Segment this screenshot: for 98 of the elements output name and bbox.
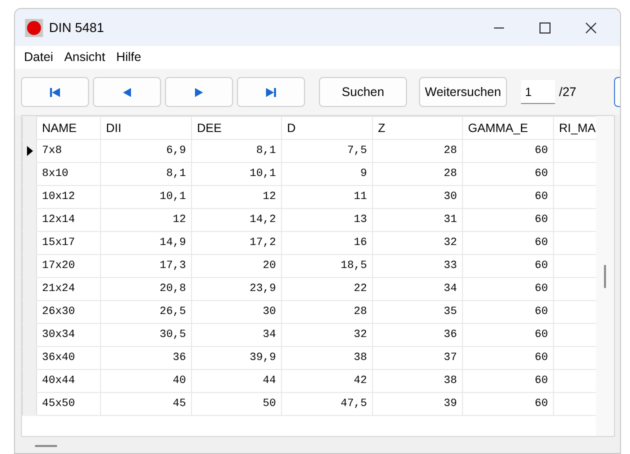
table-cell: 37 <box>372 346 462 370</box>
record-total: /27 <box>559 84 576 101</box>
column-header[interactable]: DII <box>100 116 192 140</box>
table-cell: 35 <box>372 300 462 324</box>
table-cell: 32 <box>282 324 372 346</box>
table-cell: 31 <box>372 208 462 232</box>
table-cell: 15x17 <box>36 232 100 254</box>
table-cell: 10,1 <box>192 162 282 186</box>
table-cell: 17,2 <box>192 232 282 254</box>
app-icon <box>25 18 43 36</box>
table-cell: 45 <box>100 392 192 416</box>
table-cell: 12 <box>192 186 282 208</box>
table-cell: 28 <box>282 300 372 324</box>
table-cell: 10x12 <box>36 186 100 208</box>
table-cell: 21x24 <box>36 278 100 300</box>
table-cell: 8,1 <box>192 140 282 162</box>
table-cell: 12 <box>100 208 192 232</box>
table-cell: 60 <box>462 162 554 186</box>
table-cell: 17x20 <box>36 254 100 278</box>
table-cell: 60 <box>462 300 554 324</box>
table-cell: 60 <box>462 324 554 346</box>
next-record-icon <box>193 86 205 98</box>
table-cell: 30,5 <box>100 324 192 346</box>
navigation-button[interactable] <box>237 77 305 107</box>
search-button[interactable]: Suchen <box>319 77 407 107</box>
table-cell: 60 <box>462 254 554 278</box>
table-cell: 9 <box>282 162 372 186</box>
last-record-icon <box>265 86 277 98</box>
table-cell: 32 <box>372 232 462 254</box>
table-cell: 26,5 <box>100 300 192 324</box>
table-cell: 8x10 <box>36 162 100 186</box>
find-next-button[interactable]: Weitersuchen <box>419 77 507 107</box>
table-cell: 47,5 <box>282 392 372 416</box>
column-header[interactable]: Z <box>372 116 462 140</box>
table-cell: 36 <box>100 346 192 370</box>
row-header[interactable] <box>22 392 36 416</box>
navigation-button[interactable] <box>21 77 89 107</box>
menu-item[interactable]: Ansicht <box>61 48 114 67</box>
table-cell: 6,9 <box>100 140 192 162</box>
previous-record-icon <box>121 86 133 98</box>
window-title: DIN 5481 <box>49 18 105 37</box>
menu-item[interactable]: Hilfe <box>113 48 150 67</box>
table-cell: 44 <box>192 370 282 392</box>
table-cell: 28 <box>372 162 462 186</box>
table-cell: 39,9 <box>192 346 282 370</box>
column-header[interactable]: DEE <box>192 116 282 140</box>
first-record-icon <box>49 86 61 98</box>
table-cell: 60 <box>462 140 554 162</box>
table-cell: 26x30 <box>36 300 100 324</box>
scrollbar-thumb[interactable] <box>604 265 606 288</box>
table-cell: 40 <box>100 370 192 392</box>
menu-item[interactable]: Datei <box>21 48 62 67</box>
table-cell: 60 <box>462 232 554 254</box>
table-cell: 38 <box>372 370 462 392</box>
column-header[interactable]: D <box>282 116 372 140</box>
table-cell: 34 <box>372 278 462 300</box>
table-cell: 30 <box>372 186 462 208</box>
table-cell: 36x40 <box>36 346 100 370</box>
table-cell: 40x44 <box>36 370 100 392</box>
table-cell: 7x8 <box>36 140 100 162</box>
table-cell: 12x14 <box>36 208 100 232</box>
table-cell: 60 <box>462 392 554 416</box>
table-cell: 14,9 <box>100 232 192 254</box>
table-cell: 45x50 <box>36 392 100 416</box>
table-cell: 18,5 <box>282 254 372 278</box>
table-cell: 60 <box>462 186 554 208</box>
table-cell: 11 <box>282 186 372 208</box>
table-cell: 7,5 <box>282 140 372 162</box>
table-cell: 20,8 <box>100 278 192 300</box>
table-cell: 28 <box>372 140 462 162</box>
table-cell: 30 <box>192 300 282 324</box>
table-cell: 23,9 <box>192 278 282 300</box>
table-cell: 36 <box>372 324 462 346</box>
table-cell: 50 <box>192 392 282 416</box>
table-cell: 8,1 <box>100 162 192 186</box>
table-cell: 17,3 <box>100 254 192 278</box>
table-cell: 60 <box>462 208 554 232</box>
table-cell: 38 <box>282 346 372 370</box>
close-icon <box>585 22 597 34</box>
record-number-field[interactable]: 1 <box>521 80 555 104</box>
table-cell: 30x34 <box>36 324 100 346</box>
table-cell: 34 <box>192 324 282 346</box>
table-cell: 14,2 <box>192 208 282 232</box>
table-cell: 42 <box>282 370 372 392</box>
table-cell: 16 <box>282 232 372 254</box>
column-header[interactable]: GAMMA_E <box>462 116 554 140</box>
table-cell: 22 <box>282 278 372 300</box>
table-cell: 60 <box>462 346 554 370</box>
table-cell: 60 <box>462 370 554 392</box>
table-cell: 60 <box>462 278 554 300</box>
table-cell: 39 <box>372 392 462 416</box>
table-cell: 20 <box>192 254 282 278</box>
column-header[interactable]: NAME <box>36 116 100 140</box>
table-cell: 13 <box>282 208 372 232</box>
maximize-icon <box>539 22 551 34</box>
table-cell: 10,1 <box>100 186 192 208</box>
scrollbar-thumb[interactable] <box>35 445 57 447</box>
table-cell: 33 <box>372 254 462 278</box>
